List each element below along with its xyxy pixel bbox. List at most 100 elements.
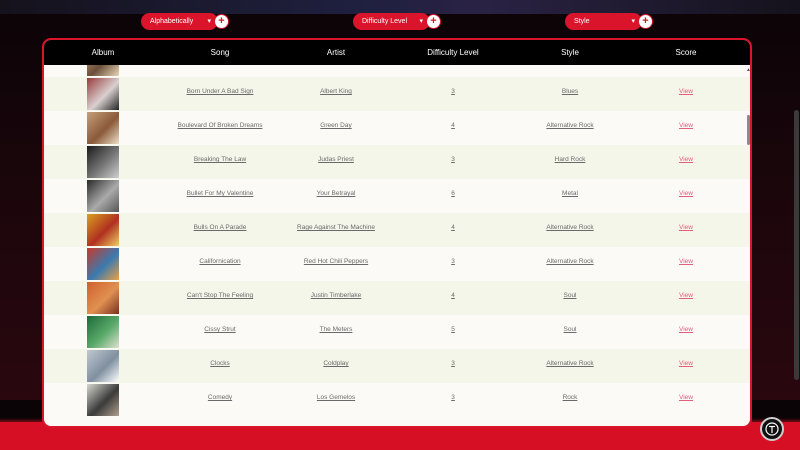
filter-style-dropdown[interactable]: Style ▾ (565, 13, 642, 30)
plus-icon[interactable]: + (639, 15, 652, 28)
table-row: Can't Stop The Feeling Justin Timberlake 4… (44, 281, 750, 315)
table-row: Clocks Coldplay 3 Alternative Rock View (44, 349, 750, 383)
scroll-up-arrow-icon[interactable]: ▲ (746, 67, 750, 73)
score-link[interactable]: View (679, 394, 693, 401)
help-button[interactable] (760, 417, 784, 441)
album-cover (87, 146, 119, 178)
difficulty-cell[interactable]: 4 (451, 224, 455, 231)
difficulty-cell[interactable]: 6 (451, 190, 455, 197)
song-cell[interactable]: Boulevard Of Broken Dreams (178, 122, 263, 129)
artist-cell[interactable]: Judas Priest (318, 156, 354, 163)
filter-label: Style (574, 18, 590, 25)
difficulty-cell[interactable]: 3 (451, 394, 455, 401)
style-cell[interactable]: Soul (563, 326, 576, 333)
difficulty-cell[interactable]: 3 (451, 360, 455, 367)
score-link[interactable]: View (679, 122, 693, 129)
artist-cell[interactable]: Justin Timberlake (311, 292, 362, 299)
score-link[interactable]: View (679, 326, 693, 333)
table-row: Comedy Los Gemelos 3 Rock View (44, 383, 750, 417)
table-row: Because Of YouKelly Clarkson3PopView (44, 65, 750, 77)
filter-alphabetically-dropdown[interactable]: Alphabetically ▾ (141, 13, 218, 30)
songs-table: Album Song Artist Difficulty Level Style… (42, 38, 752, 428)
filter-style[interactable]: Style ▾ + (565, 13, 652, 30)
filter-difficulty-dropdown[interactable]: Difficulty Level ▾ (353, 13, 430, 30)
difficulty-cell[interactable]: 5 (451, 326, 455, 333)
score-link[interactable]: View (679, 88, 693, 95)
table-row: Bulls On A Parade Rage Against The Machin… (44, 213, 750, 247)
filter-label: Difficulty Level (362, 18, 408, 25)
song-cell[interactable]: Clocks (210, 360, 230, 367)
artist-cell[interactable]: Albert King (320, 88, 352, 95)
style-cell[interactable]: Blues (562, 88, 578, 95)
score-link[interactable]: View (679, 224, 693, 231)
album-cover (87, 248, 119, 280)
artist-cell[interactable]: The Meters (320, 326, 353, 333)
album-cover (87, 78, 119, 110)
song-cell[interactable]: Cissy Strut (204, 326, 235, 333)
artist-cell[interactable]: Green Day (320, 122, 351, 129)
album-cover (87, 316, 119, 348)
header-score[interactable]: Score (676, 48, 697, 57)
header-difficulty-level[interactable]: Difficulty Level (427, 48, 478, 57)
style-cell[interactable]: Hard Rock (555, 156, 586, 163)
album-cover (87, 282, 119, 314)
score-link[interactable]: View (679, 190, 693, 197)
song-cell[interactable]: Born Under A Bad Sign (187, 88, 254, 95)
album-cover (87, 112, 119, 144)
style-cell[interactable]: Soul (563, 292, 576, 299)
song-cell[interactable]: Bulls On A Parade (194, 224, 247, 231)
filter-label: Alphabetically (150, 18, 194, 25)
chevron-down-icon: ▾ (207, 17, 211, 25)
header-artist[interactable]: Artist (327, 48, 345, 57)
score-link[interactable]: View (679, 156, 693, 163)
table-body: Because Of YouKelly Clarkson3PopViewBorn… (44, 65, 750, 426)
style-cell[interactable]: Alternative Rock (546, 122, 593, 129)
table-row: Born Under A Bad Sign Albert King 3 Blues Vi… (44, 77, 750, 111)
song-cell[interactable]: Comedy (208, 394, 232, 401)
plus-icon[interactable]: + (215, 15, 228, 28)
table-row: Cissy Strut The Meters 5 Soul View (44, 315, 750, 349)
chevron-down-icon: ▾ (419, 17, 423, 25)
top-glow (0, 0, 800, 14)
style-cell[interactable]: Alternative Rock (546, 258, 593, 265)
difficulty-cell[interactable]: 3 (451, 258, 455, 265)
score-link[interactable]: View (679, 258, 693, 265)
artist-cell[interactable]: Red Hot Chili Peppers (304, 258, 368, 265)
artist-cell[interactable]: Coldplay (323, 360, 348, 367)
artist-cell[interactable]: Rage Against The Machine (297, 224, 375, 231)
difficulty-cell[interactable]: 4 (451, 122, 455, 129)
filter-difficulty-level[interactable]: Difficulty Level ▾ + (353, 13, 440, 30)
style-cell[interactable]: Alternative Rock (546, 224, 593, 231)
style-cell[interactable]: Alternative Rock (546, 360, 593, 367)
album-cover (87, 65, 119, 76)
header-song[interactable]: Song (211, 48, 230, 57)
table-row: Breaking The Law Judas Priest 3 Hard Rock Vi… (44, 145, 750, 179)
album-cover (87, 180, 119, 212)
album-cover (87, 350, 119, 382)
help-icon (765, 422, 779, 436)
score-link[interactable]: View (679, 360, 693, 367)
difficulty-cell[interactable]: 3 (451, 88, 455, 95)
artist-cell[interactable]: Los Gemelos (317, 394, 355, 401)
album-cover (87, 214, 119, 246)
header-style[interactable]: Style (561, 48, 579, 57)
table-row: Bullet For My Valentine Your Betrayal 6 Met… (44, 179, 750, 213)
table-header: Album Song Artist Difficulty Level Style… (44, 40, 750, 65)
song-cell[interactable]: Can't Stop The Feeling (187, 292, 253, 299)
plus-icon[interactable]: + (427, 15, 440, 28)
filter-alphabetically[interactable]: Alphabetically ▾ + (141, 13, 228, 30)
table-scrollbar-thumb[interactable] (747, 115, 750, 145)
song-cell[interactable]: Bullet For My Valentine (187, 190, 254, 197)
page-scrollbar[interactable] (794, 110, 799, 380)
style-cell[interactable]: Metal (562, 190, 578, 197)
header-album[interactable]: Album (92, 48, 115, 57)
song-cell[interactable]: Californication (199, 258, 240, 265)
difficulty-cell[interactable]: 3 (451, 156, 455, 163)
difficulty-cell[interactable]: 4 (451, 292, 455, 299)
style-cell[interactable]: Rock (563, 394, 578, 401)
album-cover (87, 384, 119, 416)
table-scrollbar[interactable] (746, 65, 750, 426)
song-cell[interactable]: Breaking The Law (194, 156, 246, 163)
artist-cell[interactable]: Your Betrayal (317, 190, 356, 197)
score-link[interactable]: View (679, 292, 693, 299)
